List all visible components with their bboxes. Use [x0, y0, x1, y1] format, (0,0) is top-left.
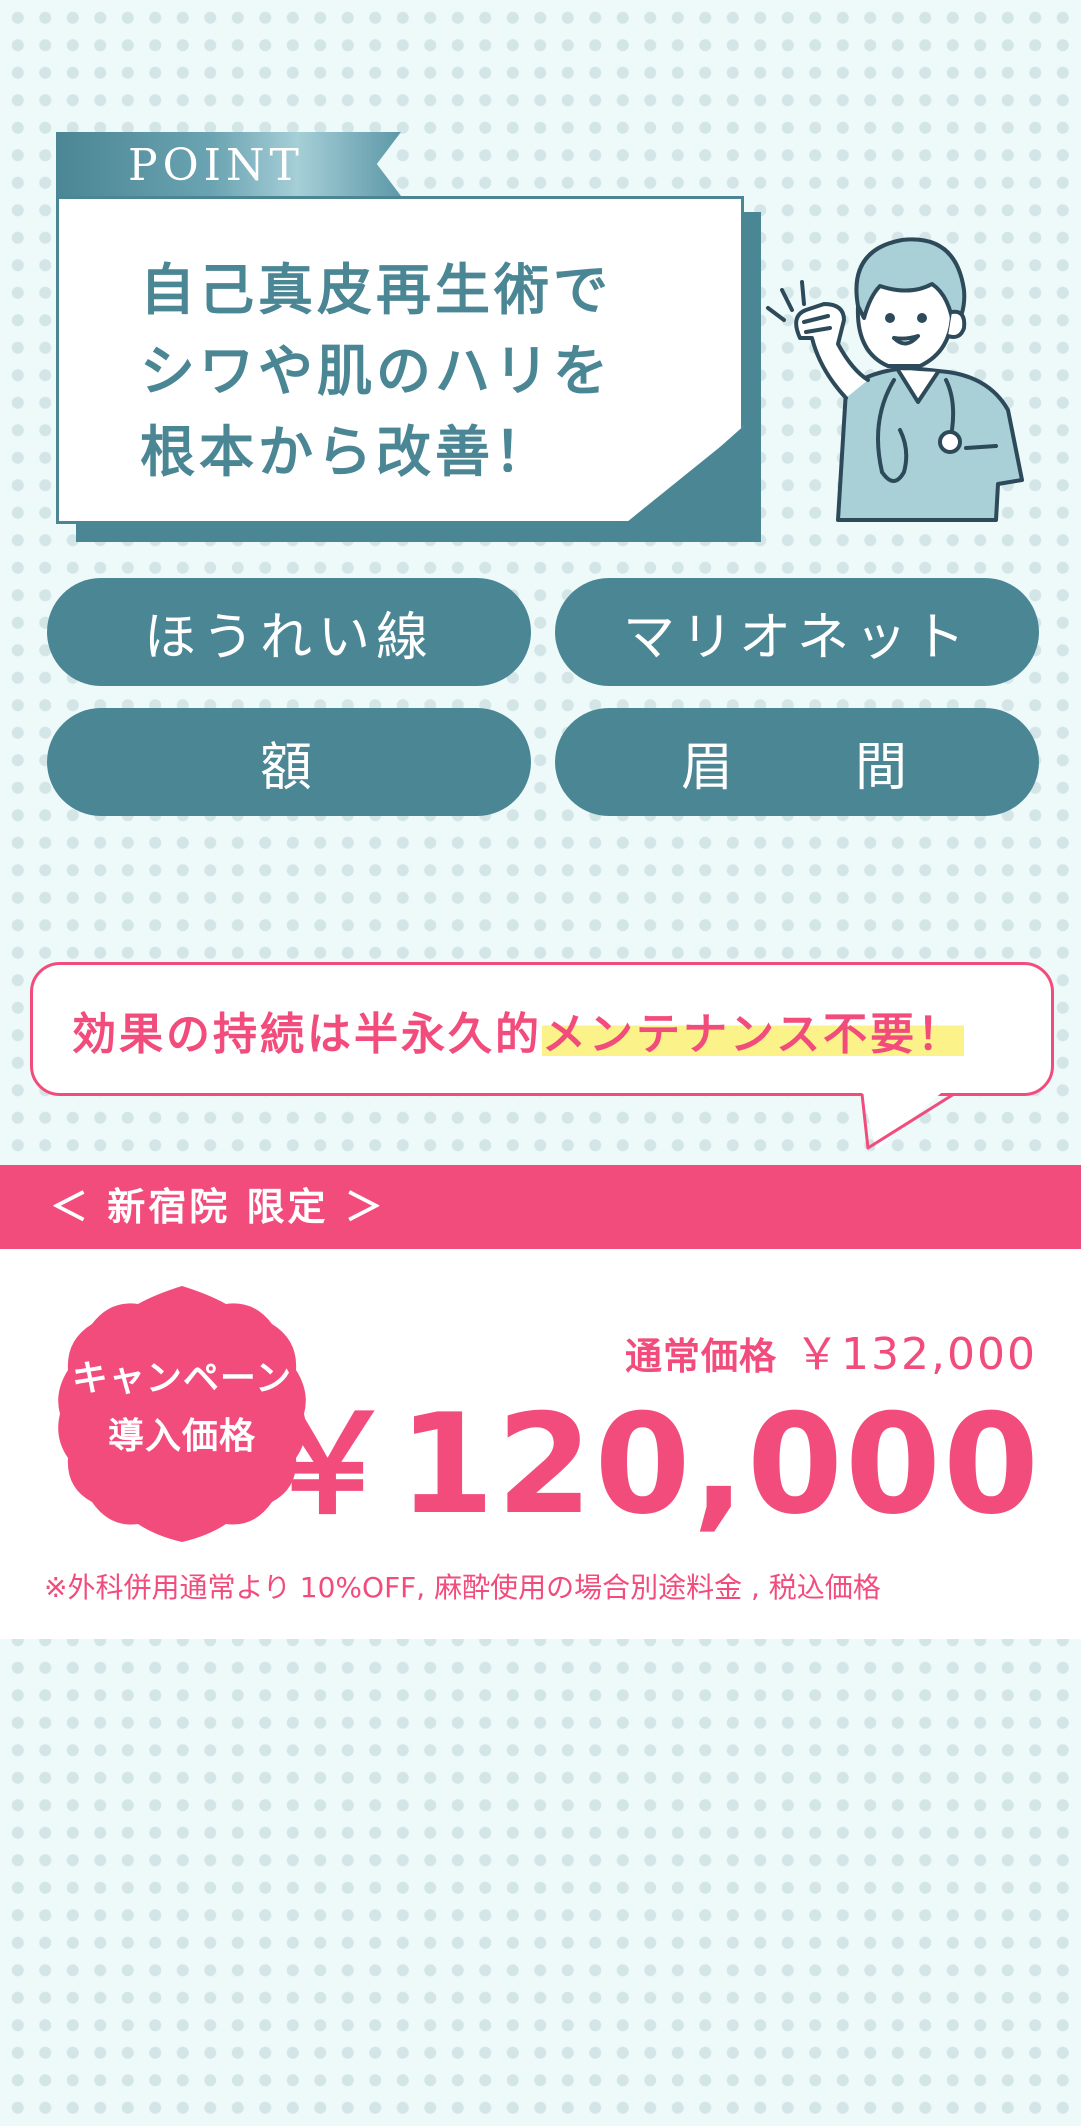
target-pill-glabella: 眉 間 — [555, 708, 1039, 816]
headline-line-2: シワや肌のハリを — [140, 339, 613, 403]
target-pill-marionette: マリオネット — [555, 578, 1039, 686]
point-headline: 自己真皮再生術で シワや肌のハリを 根本から改善！ — [140, 250, 720, 493]
effect-text-main: 効果の持続は半永久的 — [72, 1009, 542, 1060]
target-pill-forehead: 額 — [47, 708, 531, 816]
point-tag-label: POINT — [128, 140, 304, 191]
regular-price: 通常価格 ￥132,000 — [625, 1318, 1037, 1382]
doctor-illustration — [766, 237, 1024, 522]
headline-line-3: 根本から改善！ — [140, 420, 554, 484]
price-note: ※外科併用通常より 10%OFF, 麻酔使用の場合別途料金 , 税込価格 — [44, 1571, 881, 1604]
campaign-price: ￥120,000 — [258, 1384, 1041, 1545]
target-pill-nasolabial: ほうれい線 — [47, 578, 531, 686]
regular-price-label: 通常価格 — [625, 1335, 778, 1378]
speech-bubble-tail — [860, 1080, 956, 1150]
regular-price-value: ￥132,000 — [795, 1329, 1037, 1380]
effect-text: 効果の持続は半永久的メンテナンス不要！ — [72, 1000, 965, 1070]
campaign-band-label: ＜ 新宿院 限定 ＞ — [50, 1185, 386, 1229]
headline-line-1: 自己真皮再生術で — [140, 258, 613, 322]
effect-text-highlight: メンテナンス不要！ — [542, 1009, 965, 1060]
